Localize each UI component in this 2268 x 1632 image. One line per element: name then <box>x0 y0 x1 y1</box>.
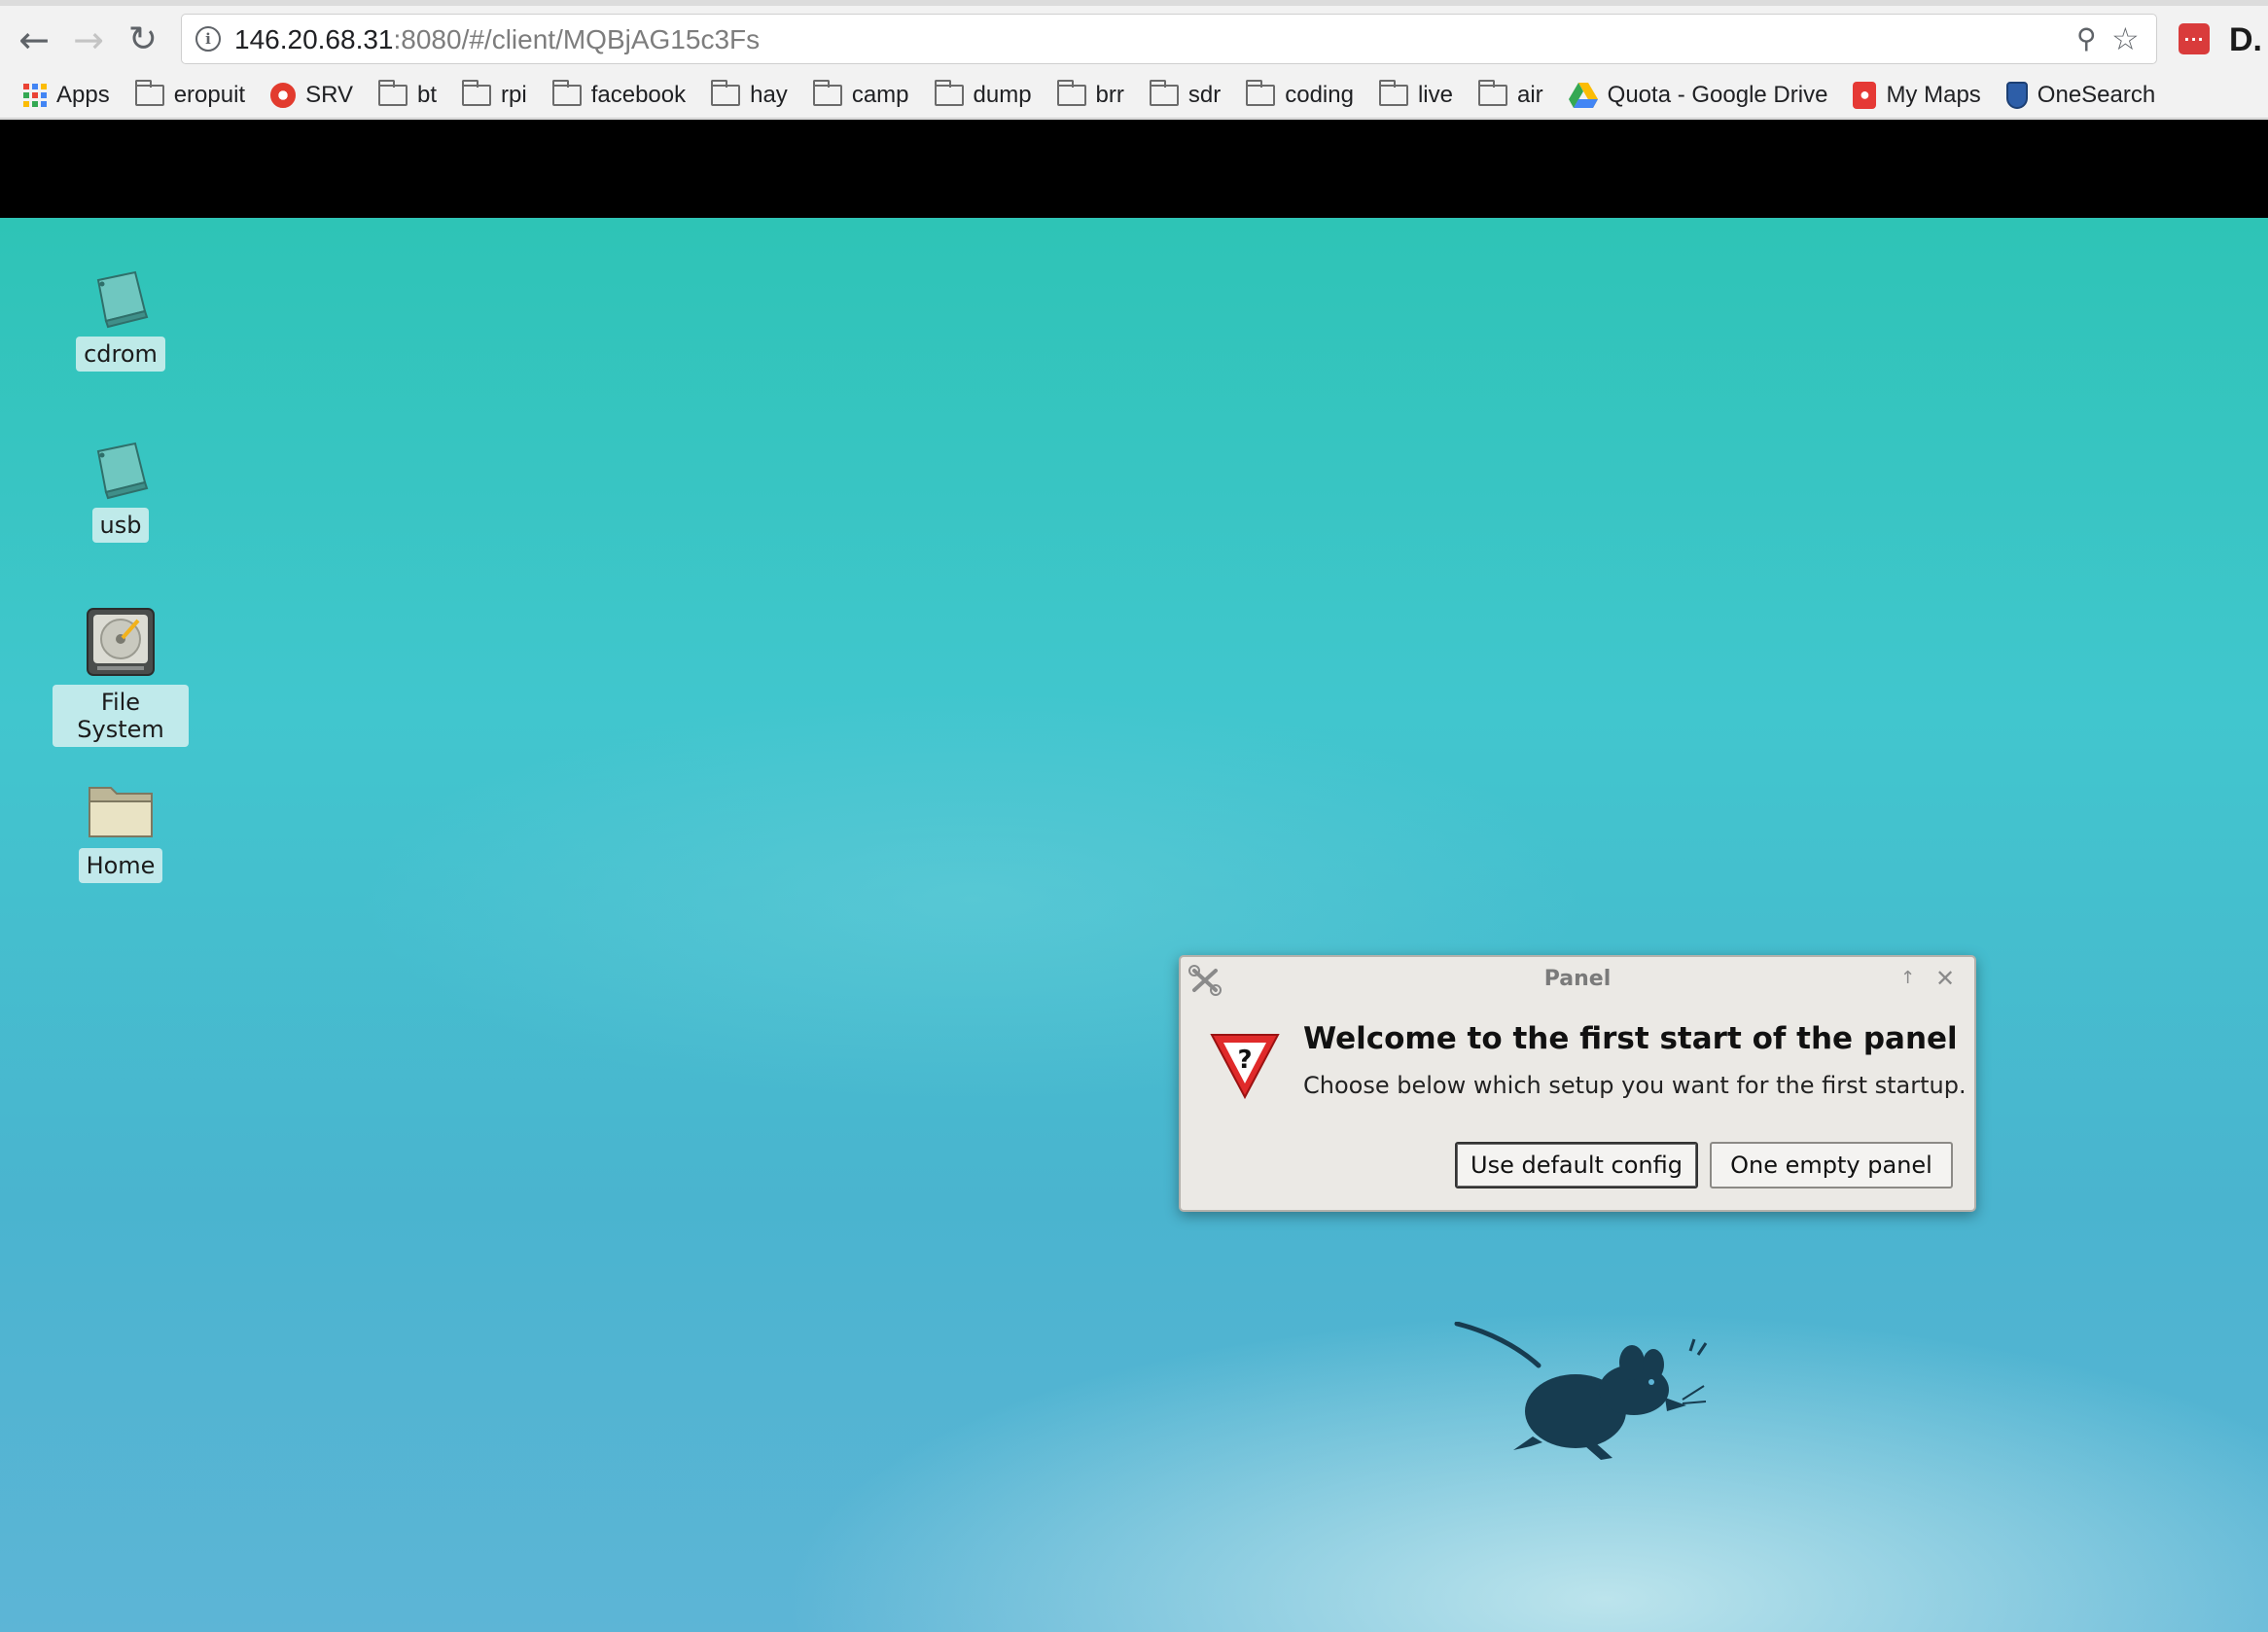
reload-button[interactable]: ↻ <box>119 16 167 64</box>
bookmark-camp[interactable]: camp <box>812 79 909 109</box>
url-host: 146.20.68.31 <box>234 24 394 54</box>
bookmark-sdr[interactable]: sdr <box>1149 79 1222 109</box>
browser-window: ← → ↻ i 146.20.68.31:8080/#/client/MQBjA… <box>0 0 2268 1632</box>
forward-button[interactable]: → <box>64 16 113 64</box>
favicon-icon <box>270 82 297 108</box>
desktop-icon-label: cdrom <box>76 337 165 372</box>
shield-icon <box>2005 81 2028 109</box>
bookmark-apps[interactable]: Apps <box>23 82 110 109</box>
key-icon[interactable]: ⚲ <box>2076 20 2097 57</box>
folder-icon <box>812 79 842 106</box>
apps-grid-icon <box>23 83 47 107</box>
bookmark-brr[interactable]: brr <box>1056 79 1124 109</box>
dialog-message: Choose below which setup you want for th… <box>1303 1072 1967 1099</box>
arrow-right-icon: → <box>73 18 104 61</box>
bookmark-label: rpi <box>501 81 527 108</box>
bookmark-label: sdr <box>1187 81 1222 108</box>
desktop-icon-label: Home <box>78 848 163 883</box>
bookmark-srv[interactable]: SRV <box>270 82 353 109</box>
drive-icon <box>96 270 149 329</box>
folder-icon <box>1477 79 1507 106</box>
folder-icon <box>934 79 964 106</box>
bookmark-hay[interactable]: hay <box>711 79 788 109</box>
desktop-icon-label: usb <box>91 508 150 543</box>
bookmark-label: brr <box>1095 81 1124 108</box>
close-icon[interactable]: ✕ <box>1935 965 1955 992</box>
bookmark-onesearch[interactable]: OneSearch <box>2005 81 2156 109</box>
maximize-icon[interactable]: ↑ <box>1900 965 1915 992</box>
desktop-icon-cdrom[interactable]: cdrom <box>53 268 189 372</box>
reload-icon: ↻ <box>127 19 159 59</box>
hard-disk-icon <box>87 608 155 676</box>
bookmark-rpi[interactable]: rpi <box>462 79 527 109</box>
bookmark-label: camp <box>851 81 909 108</box>
bookmark-air[interactable]: air <box>1477 79 1543 109</box>
bookmark-label: Quota - Google Drive <box>1607 81 1828 108</box>
folder-icon <box>551 79 582 106</box>
dialog-title: Panel <box>1543 967 1612 991</box>
remote-session-top-band <box>0 120 2268 218</box>
google-drive-icon <box>1568 82 1598 108</box>
bookmark-bt[interactable]: bt <box>378 79 438 109</box>
url-path: :8080/#/client/MQBjAG15c3Fs <box>393 24 761 54</box>
desktop-icon-usb[interactable]: usb <box>53 440 189 543</box>
arrow-left-icon: ← <box>18 18 50 61</box>
bookmark-star-icon[interactable]: ☆ <box>2111 20 2140 57</box>
bookmark-my-maps[interactable]: ● My Maps <box>1853 81 1981 109</box>
desktop-icon-label: File System <box>53 685 189 747</box>
bookmark-label: bt <box>417 81 438 108</box>
drive-icon <box>96 442 149 500</box>
bookmark-label: eropuit <box>173 81 246 108</box>
map-pin-icon: ● <box>1853 81 1877 109</box>
info-icon[interactable]: i <box>195 26 221 52</box>
panel-first-start-dialog: Panel ↑ ✕ ? Welcome to the first start o… <box>1179 955 1976 1212</box>
desktop-icon-file-system[interactable]: File System <box>53 605 189 747</box>
browser-toolbar: ← → ↻ i 146.20.68.31:8080/#/client/MQBjA… <box>0 6 2268 72</box>
use-default-config-button[interactable]: Use default config <box>1455 1142 1698 1189</box>
dialog-titlebar[interactable]: Panel ↑ ✕ <box>1181 957 1974 1002</box>
back-button[interactable]: ← <box>10 16 58 64</box>
bookmark-coding[interactable]: coding <box>1246 79 1354 109</box>
folder-icon <box>89 787 153 837</box>
extension-icon-2[interactable]: D. <box>2229 21 2262 59</box>
bookmark-label: My Maps <box>1886 81 1981 108</box>
bookmark-live[interactable]: live <box>1378 79 1453 109</box>
folder-icon <box>1149 79 1179 106</box>
bookmark-label: hay <box>750 81 788 108</box>
bookmark-label: air <box>1516 81 1543 108</box>
folder-icon <box>1378 79 1408 106</box>
bookmark-dump[interactable]: dump <box>934 79 1032 109</box>
bookmark-label: OneSearch <box>2037 81 2156 108</box>
bookmark-eropuit[interactable]: eropuit <box>134 79 246 109</box>
folder-icon <box>1246 79 1276 106</box>
bookmark-label: facebook <box>590 81 687 108</box>
xfce-mouse-logo-icon <box>1454 1322 1708 1460</box>
svg-text:?: ? <box>1237 1046 1252 1075</box>
folder-icon <box>1056 79 1086 106</box>
bookmark-label: coding <box>1285 81 1354 108</box>
folder-icon <box>711 79 741 106</box>
bookmark-label: SRV <box>305 81 354 108</box>
question-warning-icon: ? <box>1210 1034 1280 1100</box>
dialog-heading: Welcome to the first start of the panel <box>1303 1021 1958 1056</box>
bookmark-quota-google-drive[interactable]: Quota - Google Drive <box>1568 81 1828 109</box>
desktop-icon-home[interactable]: Home <box>53 778 189 883</box>
bookmark-label: live <box>1417 81 1453 108</box>
remote-desktop[interactable]: cdrom usb File System Home <box>0 218 2268 1632</box>
bookmark-label: Apps <box>56 81 110 108</box>
one-empty-panel-button[interactable]: One empty panel <box>1710 1142 1953 1189</box>
address-bar[interactable]: i 146.20.68.31:8080/#/client/MQBjAG15c3F… <box>181 14 2157 64</box>
bookmark-label: dump <box>973 81 1032 108</box>
extension-icon[interactable]: ··· <box>2179 23 2210 54</box>
folder-icon <box>462 79 492 106</box>
folder-icon <box>134 79 164 106</box>
url-text[interactable]: 146.20.68.31:8080/#/client/MQBjAG15c3Fs <box>234 24 760 55</box>
folder-icon <box>378 79 408 106</box>
bookmarks-bar: Apps eropuit SRV bt rpi facebook hay cam… <box>0 72 2268 119</box>
bookmark-facebook[interactable]: facebook <box>551 79 687 109</box>
